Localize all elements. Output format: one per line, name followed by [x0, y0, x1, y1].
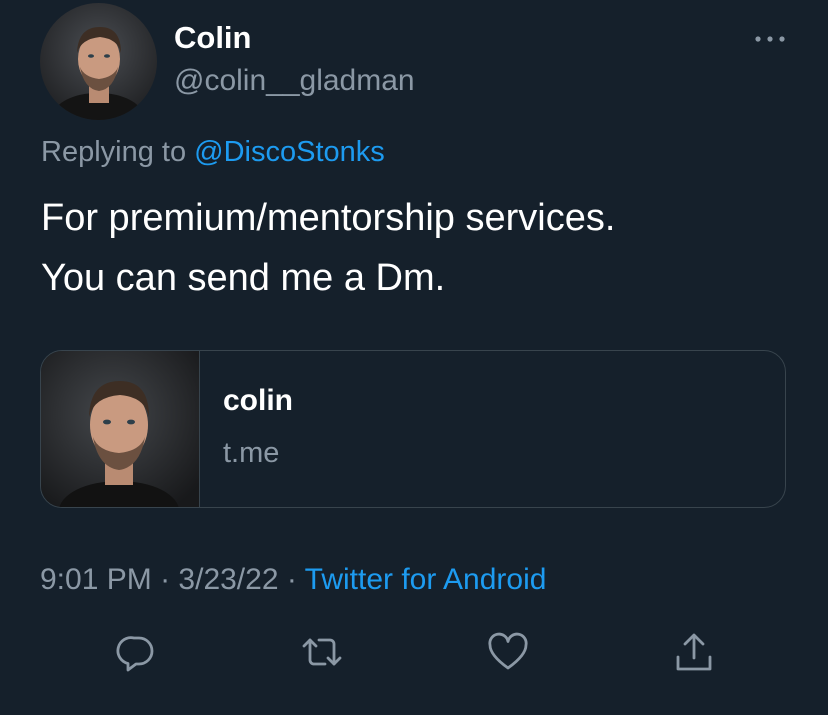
reply-context-prefix: Replying to	[41, 136, 187, 168]
tweet-time[interactable]: 9:01 PM	[40, 563, 152, 596]
link-card-thumbnail	[41, 351, 200, 507]
link-card-title: colin	[223, 384, 294, 417]
tweet-date[interactable]: 3/23/22	[178, 563, 278, 596]
reply-context: Replying to @DiscoStonks	[41, 133, 385, 171]
tweet-meta: 9:01 PM · 3/23/22 · Twitter for Android	[40, 561, 546, 599]
heart-icon	[488, 632, 528, 670]
author-handle[interactable]: @colin__gladman	[174, 62, 415, 100]
retweet-button[interactable]	[300, 630, 344, 674]
author-avatar[interactable]	[40, 3, 157, 120]
retweet-icon	[302, 638, 342, 666]
share-button[interactable]	[672, 630, 716, 674]
reply-bubble-icon	[116, 636, 154, 672]
reply-button[interactable]	[114, 630, 158, 674]
more-options-icon[interactable]	[752, 28, 788, 50]
tweet-source-link[interactable]: Twitter for Android	[305, 563, 547, 596]
share-upload-icon	[676, 633, 712, 671]
tweet-text-line: For premium/mentorship services.	[41, 197, 616, 239]
link-card-domain: t.me	[223, 437, 280, 469]
tweet-text-line: You can send me a Dm.	[41, 257, 446, 299]
meta-separator: ·	[286, 563, 297, 596]
reply-mention-link[interactable]: @DiscoStonks	[194, 136, 385, 168]
avatar-photo-icon	[40, 3, 157, 120]
tweet-text: For premium/mentorship services. You can…	[41, 188, 801, 308]
thumbnail-photo-icon	[41, 351, 199, 507]
author-display-name[interactable]: Colin	[174, 19, 252, 57]
meta-separator: ·	[160, 563, 171, 596]
link-preview-card[interactable]: colin t.me	[40, 350, 786, 508]
like-button[interactable]	[486, 630, 530, 674]
